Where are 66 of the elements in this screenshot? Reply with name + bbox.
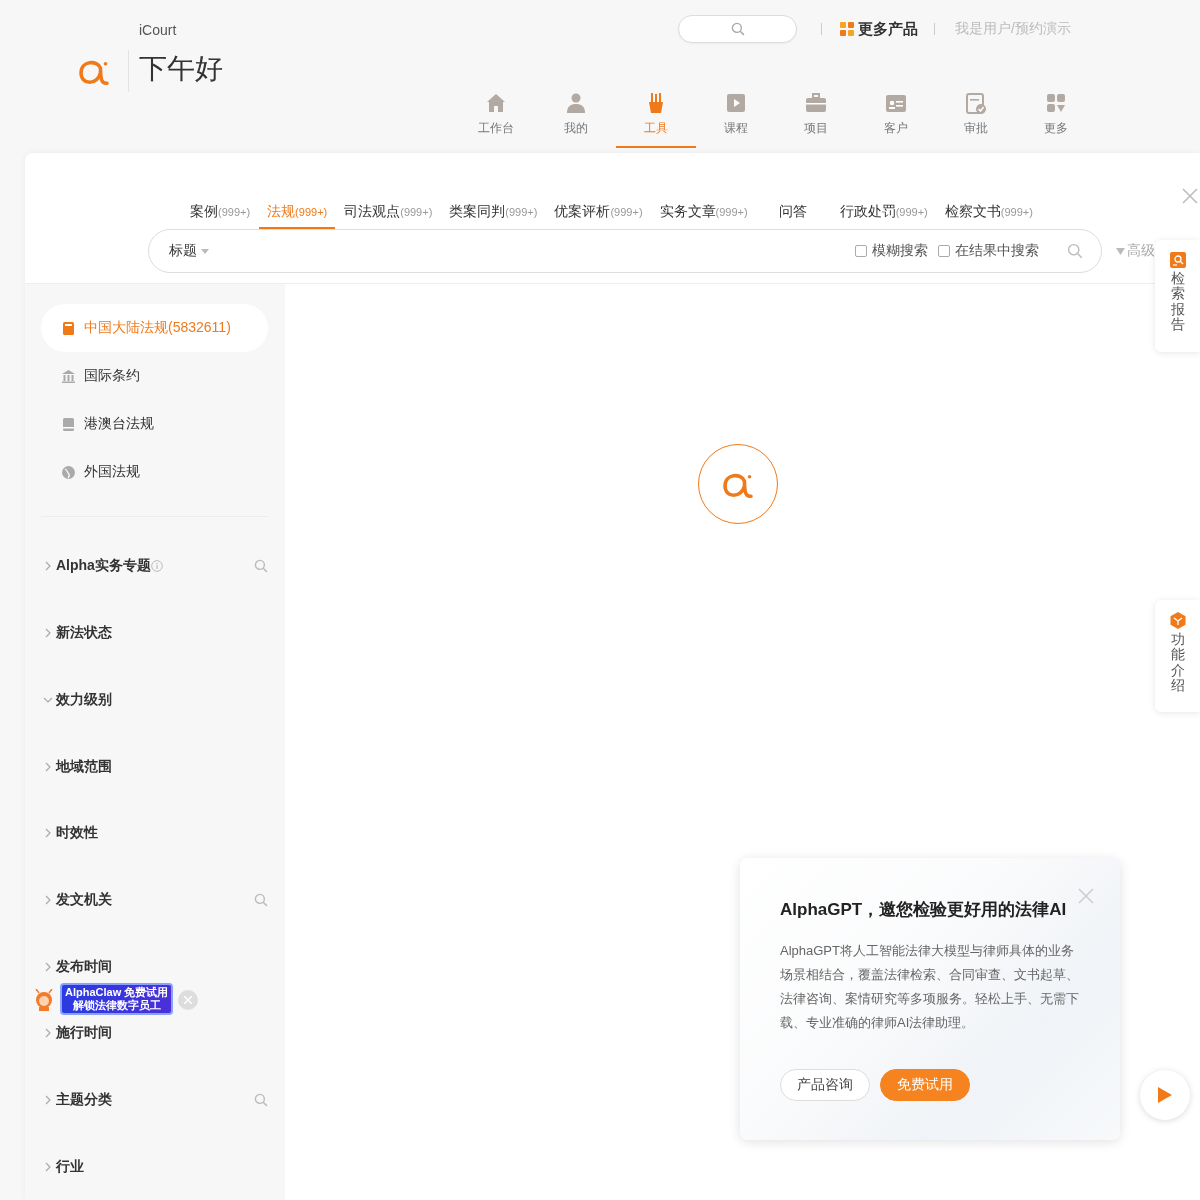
consult-button[interactable]: 产品咨询 xyxy=(780,1069,870,1101)
filter-heading[interactable]: 主题分类 xyxy=(56,1090,112,1109)
source-item[interactable]: 国际条约 xyxy=(41,352,268,401)
nav-tab[interactable]: 我的 xyxy=(536,88,616,148)
filter-heading[interactable]: 施行时间 xyxy=(56,1024,112,1043)
checkbox-option[interactable]: 在结果中搜索 xyxy=(938,242,1039,260)
search-icon[interactable] xyxy=(254,559,268,574)
scope-dropdown[interactable]: 标题 xyxy=(169,242,209,260)
nav-tab[interactable]: 项目 xyxy=(776,88,856,148)
nav-tab[interactable]: 更多 xyxy=(1016,88,1096,148)
greeting: 下午好 xyxy=(139,52,223,86)
filter-heading[interactable]: 地域范围 xyxy=(56,757,112,776)
search-icon[interactable] xyxy=(254,892,268,907)
side-tab[interactable]: 检索报告 xyxy=(1155,240,1200,352)
checkbox-option[interactable]: 模糊搜索 xyxy=(855,242,928,260)
filter-heading[interactable]: 发文机关 xyxy=(56,890,112,909)
search-tab[interactable]: 类案同判(999+) xyxy=(441,203,546,229)
close-icon[interactable] xyxy=(1078,888,1094,904)
person-icon xyxy=(565,92,587,114)
caret-icon xyxy=(1116,247,1125,255)
close-icon xyxy=(184,996,192,1004)
source-item[interactable]: 港澳台法规 xyxy=(41,400,268,449)
search-tab[interactable]: 问答 xyxy=(756,203,831,229)
globe-icon xyxy=(62,465,75,479)
search-field[interactable] xyxy=(678,15,797,43)
id-card-icon xyxy=(885,92,907,114)
search-tab[interactable]: 实务文章(999+) xyxy=(651,203,756,229)
play-icon xyxy=(725,92,747,114)
book-icon xyxy=(62,321,75,335)
book-icon xyxy=(62,417,75,431)
search-tab[interactable]: 优案评析(999+) xyxy=(546,203,651,229)
filter-heading[interactable]: 新法状态 xyxy=(56,624,112,643)
play-icon xyxy=(1157,1086,1173,1104)
brand-name: iCourt xyxy=(139,22,178,38)
side-tab[interactable]: 功能介绍 xyxy=(1155,600,1200,712)
search-tab[interactable]: 行政处罚(999+) xyxy=(831,203,936,229)
search-icon[interactable] xyxy=(1067,243,1083,259)
filter-heading[interactable]: 发布时间 xyxy=(56,957,112,976)
caret-icon xyxy=(201,248,209,254)
more-products-link[interactable]: 更多产品 xyxy=(840,19,918,39)
promo-description: AlphaGPT将人工智能法律大模型与律师具体的业务场景相结合，覆盖法律检索、合同审查、文书起草、法律咨询、案情研究等多项服务。轻松上手、无需下载、专业准确的律师AI法律助理。 xyxy=(780,942,1080,1032)
promo-banner[interactable]: AlphaClaw 免费试用 解锁法律数字员工 xyxy=(60,983,174,1015)
filter-heading[interactable]: Alpha实务专题 xyxy=(56,557,151,576)
document-search-icon xyxy=(1169,252,1186,268)
checked-document-icon xyxy=(965,92,987,114)
close-icon[interactable] xyxy=(1182,188,1198,204)
search-icon[interactable] xyxy=(254,1092,268,1107)
filter-heading[interactable]: 行业 xyxy=(56,1157,84,1176)
grid-icon xyxy=(1045,92,1067,114)
gift-icon xyxy=(840,22,854,36)
search-tab[interactable]: 案例(999+) xyxy=(182,203,259,229)
source-item[interactable]: 外国法规 xyxy=(41,448,268,497)
nav-tab[interactable]: 审批 xyxy=(936,88,1016,148)
promo-title: AlphaGPT，邀您检验更好用的法律AI xyxy=(780,899,1068,921)
home-icon xyxy=(485,92,507,114)
bank-icon xyxy=(62,369,75,383)
nav-tab[interactable]: 课程 xyxy=(696,88,776,148)
search-icon xyxy=(730,22,745,36)
filter-heading[interactable]: 效力级别 xyxy=(56,690,112,709)
search-tab[interactable]: 司法观点(999+) xyxy=(336,203,441,229)
nav-tab[interactable]: 工作台 xyxy=(456,88,536,148)
briefcase-icon xyxy=(805,92,827,114)
search-tab[interactable]: 检察文书(999+) xyxy=(936,203,1041,229)
nav-tab[interactable]: 客户 xyxy=(856,88,936,148)
filter-heading[interactable]: 时效性 xyxy=(56,824,98,843)
cube-icon xyxy=(1169,612,1186,629)
